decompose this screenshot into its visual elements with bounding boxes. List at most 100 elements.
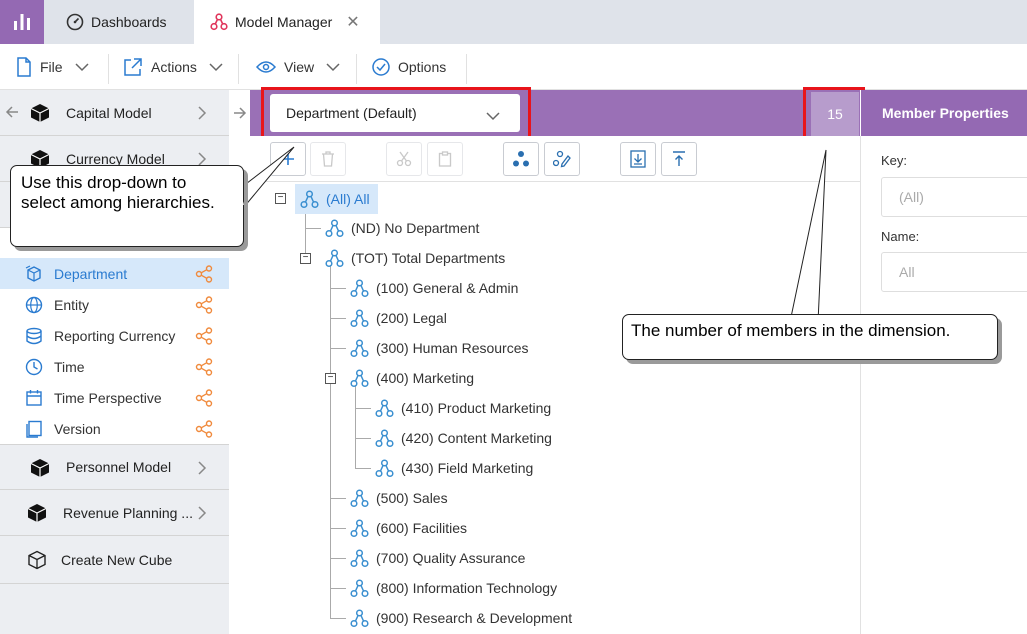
member-node-icon: [325, 218, 344, 237]
tree-node-label: (800) Information Technology: [376, 580, 558, 596]
sidebar-empty-area: [0, 584, 229, 634]
paste-button[interactable]: [427, 142, 463, 176]
tree-node[interactable]: (410) Product Marketing: [375, 393, 551, 423]
sidebar-item-personnel-model[interactable]: Personnel Model: [0, 444, 229, 490]
export-button[interactable]: [661, 142, 697, 176]
add-member-button[interactable]: [270, 142, 306, 176]
tree-node-label: (900) Research & Development: [376, 610, 573, 626]
member-node-icon: [350, 518, 369, 537]
dimension-label: Reporting Currency: [54, 327, 176, 344]
check-circle-icon: [372, 58, 390, 76]
expand-panel-arrow[interactable]: [229, 90, 250, 136]
tree-connector: [330, 618, 346, 619]
tree-node-label: (200) Legal: [376, 310, 447, 326]
hierarchy-edit-icon: [553, 150, 571, 168]
tree-connector: [330, 558, 346, 559]
tree-node[interactable]: (500) Sales: [350, 483, 448, 513]
collapse-toggle[interactable]: −: [325, 373, 336, 384]
tree-connector: [330, 498, 346, 499]
sidebar-item-capital-model[interactable]: Capital Model: [0, 90, 229, 136]
member-node-icon: [350, 578, 369, 597]
clipboard-icon: [438, 151, 452, 167]
sidebar-dimension-department[interactable]: Department: [0, 258, 229, 289]
share-icon[interactable]: [195, 389, 213, 410]
actions-menu[interactable]: Actions: [123, 44, 231, 90]
member-node-icon: [350, 608, 369, 627]
tree-node[interactable]: (420) Content Marketing: [375, 423, 552, 453]
chevron-down-icon: [326, 63, 340, 72]
share-icon[interactable]: [195, 327, 213, 348]
upload-icon: [673, 151, 685, 166]
tree-node[interactable]: (300) Human Resources: [350, 333, 529, 363]
share-icon[interactable]: [195, 358, 213, 379]
view-menu[interactable]: View: [256, 44, 348, 90]
tree-node[interactable]: (ND) No Department: [325, 213, 479, 243]
tree-node[interactable]: (900) Research & Development: [350, 603, 572, 633]
member-properties-header: Member Properties: [861, 90, 1027, 136]
tree-node-root[interactable]: (All) All: [295, 184, 378, 214]
tree-node[interactable]: (200) Legal: [350, 303, 447, 333]
share-icon[interactable]: [195, 265, 213, 286]
tree-node[interactable]: (700) Quality Assurance: [350, 543, 525, 573]
sidebar-dimension-version[interactable]: Version: [0, 413, 229, 444]
model-hierarchy-icon: [210, 13, 228, 31]
sidebar-dimension-time[interactable]: Time: [0, 351, 229, 382]
tree-node[interactable]: (600) Facilities: [350, 513, 467, 543]
tree-node[interactable]: (100) General & Admin: [350, 273, 518, 303]
key-field[interactable]: (All): [881, 177, 1027, 217]
bar-chart-icon: [14, 14, 30, 30]
count-highlight-frame: [803, 87, 865, 141]
count-callout-text: The number of members in the dimension.: [631, 321, 951, 340]
delete-button[interactable]: [310, 142, 346, 176]
trash-icon: [322, 151, 334, 167]
pages-icon: [25, 420, 43, 441]
file-menu[interactable]: File: [16, 44, 97, 90]
edit-hierarchy-button[interactable]: [544, 142, 580, 176]
plus-icon: [282, 153, 294, 165]
tree-node[interactable]: (430) Field Marketing: [375, 453, 533, 483]
sidebar-dimension-reporting-currency[interactable]: Reporting Currency: [0, 320, 229, 351]
tree-node[interactable]: (800) Information Technology: [350, 573, 557, 603]
file-icon: [17, 57, 31, 77]
member-node-icon: [375, 428, 394, 447]
name-label: Name:: [881, 229, 920, 244]
tree-node-label: (420) Content Marketing: [401, 430, 552, 446]
share-icon[interactable]: [195, 296, 213, 317]
name-field[interactable]: All: [881, 252, 1027, 292]
dropdown-callout-text: Use this drop-down to select among hiera…: [21, 173, 215, 212]
arrow-left-icon[interactable]: [5, 104, 19, 123]
tree-connector: [330, 348, 346, 349]
sidebar-item-revenue-planning[interactable]: Revenue Planning ...: [0, 490, 229, 536]
eye-icon: [256, 61, 276, 73]
toolbar-divider: [238, 54, 239, 84]
tab-dashboards[interactable]: Dashboards: [44, 0, 194, 44]
tree-connector: [330, 318, 346, 319]
calendar-icon: [25, 389, 43, 410]
tree-toolbar: [250, 136, 860, 182]
hierarchy-members-button[interactable]: [503, 142, 539, 176]
toolbar-divider: [108, 54, 109, 84]
scissors-icon: [396, 151, 412, 167]
share-icon[interactable]: [195, 420, 213, 441]
sidebar-dimension-time-perspective[interactable]: Time Perspective: [0, 382, 229, 413]
close-icon[interactable]: ✕: [346, 12, 359, 32]
member-node-icon: [350, 488, 369, 507]
sidebar-dimension-entity[interactable]: Entity: [0, 289, 229, 320]
tree-node[interactable]: (400) Marketing: [350, 363, 474, 393]
dimension-label: Department: [54, 265, 128, 282]
collapse-toggle[interactable]: −: [300, 253, 311, 264]
member-node-icon: [350, 308, 369, 327]
cut-button[interactable]: [386, 142, 422, 176]
tree-node-label: (400) Marketing: [376, 370, 475, 386]
tree-node[interactable]: (TOT) Total Departments: [325, 243, 505, 273]
analytics-app-icon[interactable]: [0, 0, 44, 44]
options-button[interactable]: Options: [372, 44, 446, 90]
tab-model-manager[interactable]: Model Manager ✕: [194, 0, 380, 44]
import-button[interactable]: [620, 142, 656, 176]
clock-icon: [25, 358, 43, 379]
create-new-cube-button[interactable]: Create New Cube: [0, 536, 229, 584]
count-callout: The number of members in the dimension.: [622, 314, 998, 360]
collapse-toggle[interactable]: −: [275, 193, 286, 204]
tree-node-label: (430) Field Marketing: [401, 460, 534, 476]
arrow-right-icon: [233, 107, 246, 119]
